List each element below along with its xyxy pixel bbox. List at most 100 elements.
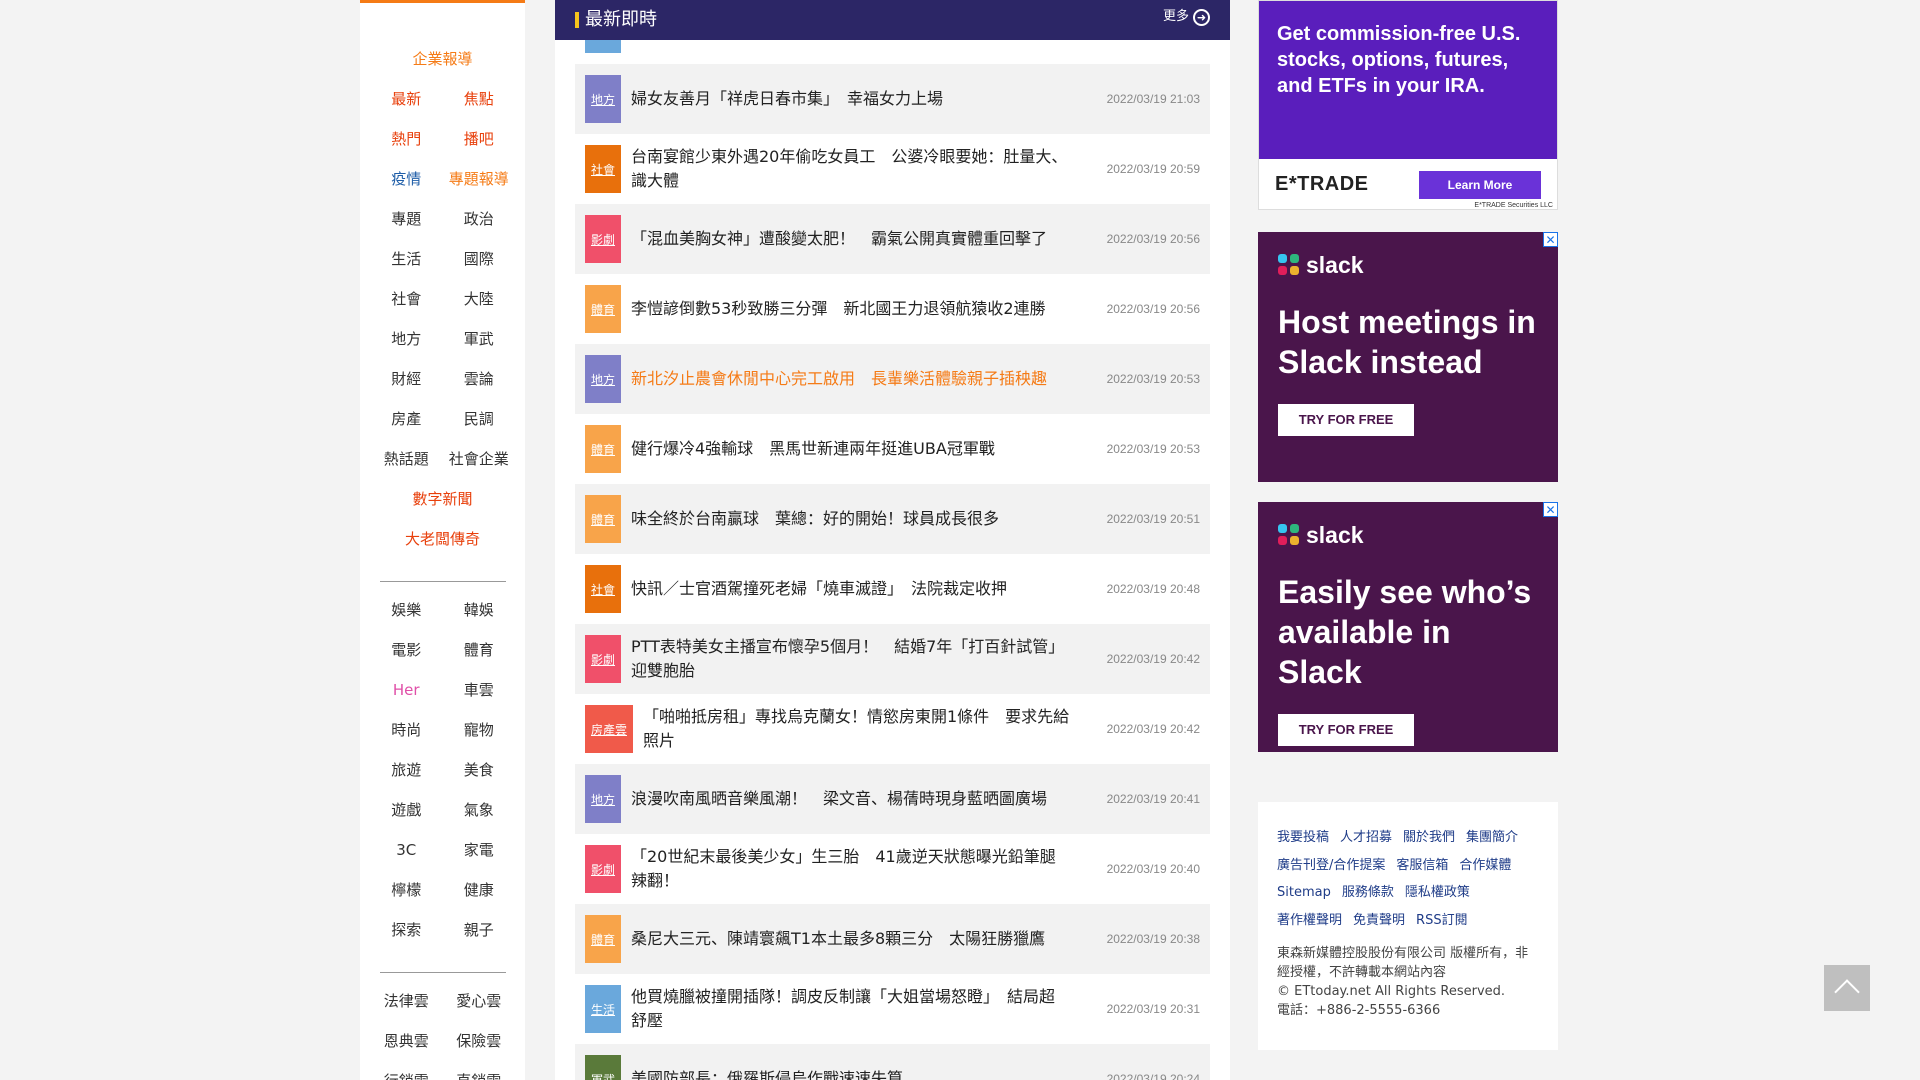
sidebar-item[interactable]: 健康 <box>443 870 516 910</box>
sidebar-item[interactable]: 財經 <box>370 359 443 399</box>
try-for-free-button[interactable]: TRY FOR FREE <box>1278 404 1414 436</box>
footer-link[interactable]: 人才招募 <box>1340 830 1392 845</box>
sidebar-item[interactable]: 房產 <box>370 399 443 439</box>
category-tag[interactable]: 社會 <box>585 145 621 193</box>
try-for-free-button[interactable]: TRY FOR FREE <box>1278 714 1414 746</box>
etrade-ad[interactable]: Get commission-free U.S. stocks, options… <box>1258 0 1558 210</box>
sidebar-item[interactable]: 數字新聞 <box>360 479 525 519</box>
sidebar-item[interactable]: 熱門 <box>370 119 443 159</box>
footer-link[interactable]: RSS訂閱 <box>1416 913 1468 928</box>
category-tag[interactable]: 影劇 <box>585 845 621 893</box>
sidebar-item[interactable]: 疫情 <box>370 159 443 199</box>
sidebar-item[interactable]: 軍武 <box>443 319 516 359</box>
sidebar-item[interactable]: 政治 <box>443 199 516 239</box>
footer-link[interactable]: 服務條款 <box>1342 885 1394 900</box>
footer-link[interactable]: 我要投稿 <box>1277 830 1329 845</box>
sidebar-item[interactable]: 社會企業 <box>443 439 516 479</box>
sidebar-item[interactable]: 國際 <box>443 239 516 279</box>
news-headline-link[interactable]: 快訊／士官酒駕撞死老婦「燒車滅證」 法院裁定收押 <box>631 577 1070 601</box>
sidebar-item[interactable]: 時尚 <box>370 710 443 750</box>
sidebar-item[interactable]: 電影 <box>370 630 443 670</box>
news-headline-link[interactable]: 浪漫吹南風晒音樂風潮！ 梁文音、楊蒨時現身藍晒圖廣場 <box>631 787 1070 811</box>
news-headline-link[interactable]: 李愷諺倒數53秒致勝三分彈 新北國王力退領航猿收2連勝 <box>631 297 1070 321</box>
category-tag[interactable]: 軍武 <box>585 1055 621 1080</box>
sidebar-item[interactable]: 探索 <box>370 910 443 950</box>
news-headline-link[interactable]: 他買燒臘被撞開插隊！調皮反制讓「大姐當場怒瞪」 結局超舒壓 <box>631 985 1070 1033</box>
sidebar-item[interactable]: 法律雲 <box>370 981 443 1021</box>
sidebar-item[interactable]: 企業報導 <box>360 39 525 79</box>
category-tag[interactable]: 地方 <box>585 75 621 123</box>
sidebar-item[interactable]: 播吧 <box>443 119 516 159</box>
news-headline-link[interactable]: 味全終於台南贏球 葉總：好的開始！球員成長很多 <box>631 507 1070 531</box>
slack-ad-meetings[interactable]: ✕ slack Host meetings in Slack instead T… <box>1258 232 1558 482</box>
news-headline-link[interactable]: 「啪啪抵房租」專找烏克蘭女！情慾房東開1條件 要求先給照片 <box>643 705 1070 753</box>
footer-link[interactable]: 廣告刊登/合作提案 <box>1277 858 1385 873</box>
footer-link[interactable]: 隱私權政策 <box>1405 885 1470 900</box>
footer-link[interactable]: 著作權聲明 <box>1277 913 1342 928</box>
news-headline-link[interactable]: 健行爆冷4強輸球 黑馬世新連兩年挺進UBA冠軍戰 <box>631 437 1070 461</box>
news-headline-link[interactable]: 台南宴館少東外遇20年偷吃女員工 公婆冷眼要她：肚量大、識大體 <box>631 145 1070 193</box>
category-tag[interactable]: 體育 <box>585 285 621 333</box>
back-to-top-button[interactable] <box>1824 965 1870 1011</box>
news-headline-link[interactable]: 「混血美胸女神」遭酸變太肥！ 霸氣公開真實體重回擊了 <box>631 227 1070 251</box>
sidebar-item[interactable]: 旅遊 <box>370 750 443 790</box>
category-tag[interactable]: 體育 <box>585 425 621 473</box>
sidebar-item[interactable]: 直銷雲 <box>443 1061 516 1080</box>
sidebar-item[interactable]: 社會 <box>370 279 443 319</box>
sidebar-item[interactable]: 美食 <box>443 750 516 790</box>
sidebar-item[interactable]: 恩典雲 <box>370 1021 443 1061</box>
sidebar-item[interactable]: 車雲 <box>443 670 516 710</box>
sidebar-item[interactable]: 大陸 <box>443 279 516 319</box>
category-tag[interactable]: 影劇 <box>585 635 621 683</box>
category-tag[interactable]: 房產雲 <box>585 705 633 753</box>
sidebar-item[interactable]: 家電 <box>443 830 516 870</box>
sidebar-item[interactable]: 大老闆傳奇 <box>360 519 525 559</box>
news-headline-link[interactable]: 婦女友善月「祥虎日春市集」 幸福女力上場 <box>631 87 1070 111</box>
sidebar-item[interactable]: 焦點 <box>443 79 516 119</box>
sidebar-item[interactable]: 娛樂 <box>370 590 443 630</box>
sidebar-item[interactable]: 韓娛 <box>443 590 516 630</box>
category-tag[interactable]: 生活 <box>585 985 621 1033</box>
slack-ad-availability[interactable]: ✕ slack Easily see who’s available in Sl… <box>1258 502 1558 752</box>
sidebar-item[interactable]: 檸檬 <box>370 870 443 910</box>
sidebar-item[interactable]: 專題報導 <box>443 159 516 199</box>
category-tag[interactable]: 體育 <box>585 915 621 963</box>
category-tag[interactable]: 體育 <box>585 495 621 543</box>
footer-link[interactable]: 合作媒體 <box>1459 858 1511 873</box>
sidebar-item[interactable]: 地方 <box>370 319 443 359</box>
ad-close-icon[interactable]: ✕ <box>1543 232 1558 247</box>
more-link[interactable]: 更多 ➜ <box>1163 6 1210 28</box>
news-headline-link[interactable]: 桑尼大三元、陳靖寰飆T1本土最多8顆三分 太陽狂勝獵鷹 <box>631 927 1070 951</box>
sidebar-item[interactable]: 遊戲 <box>370 790 443 830</box>
category-tag[interactable]: 地方 <box>585 355 621 403</box>
sidebar-item[interactable]: Her <box>370 670 443 710</box>
sidebar-item[interactable]: 氣象 <box>443 790 516 830</box>
footer-link[interactable]: 免責聲明 <box>1353 913 1405 928</box>
sidebar-item[interactable]: 保險雲 <box>443 1021 516 1061</box>
news-headline-link[interactable]: 新北汐止農會休閒中心完工啟用 長輩樂活體驗親子插秧趣 <box>631 367 1070 391</box>
sidebar-item[interactable]: 寵物 <box>443 710 516 750</box>
news-headline-link[interactable]: 「20世紀末最後美少女」生三胎 41歲逆天狀態曝光鉛筆腿辣翻！ <box>631 845 1070 893</box>
footer-link[interactable]: 客服信箱 <box>1396 858 1448 873</box>
ad-close-icon[interactable]: ✕ <box>1543 502 1558 517</box>
footer-link[interactable]: Sitemap <box>1277 885 1331 900</box>
sidebar-item[interactable]: 3C <box>370 830 443 870</box>
category-tag[interactable]: 社會 <box>585 565 621 613</box>
sidebar-item[interactable]: 民調 <box>443 399 516 439</box>
sidebar-item[interactable]: 體育 <box>443 630 516 670</box>
news-headline-link[interactable]: PTT表特美女主播宣布懷孕5個月！ 結婚7年「打百針試管」迎雙胞胎 <box>631 635 1070 683</box>
footer-link[interactable]: 關於我們 <box>1403 830 1455 845</box>
sidebar-item[interactable]: 生活 <box>370 239 443 279</box>
category-tag[interactable]: 影劇 <box>585 215 621 263</box>
category-tag[interactable]: 地方 <box>585 775 621 823</box>
learn-more-button[interactable]: Learn More <box>1419 171 1541 199</box>
sidebar-item[interactable]: 愛心雲 <box>443 981 516 1021</box>
sidebar-item[interactable]: 親子 <box>443 910 516 950</box>
sidebar-item[interactable]: 專題 <box>370 199 443 239</box>
sidebar-item[interactable]: 雲論 <box>443 359 516 399</box>
sidebar-item[interactable]: 行銷雲 <box>370 1061 443 1080</box>
sidebar-item[interactable]: 熱話題 <box>370 439 443 479</box>
footer-link[interactable]: 集團簡介 <box>1466 830 1518 845</box>
news-headline-link[interactable]: 美國防部長：俄羅斯侵烏作戰速速失算 <box>631 1067 1070 1080</box>
sidebar-item[interactable]: 最新 <box>370 79 443 119</box>
